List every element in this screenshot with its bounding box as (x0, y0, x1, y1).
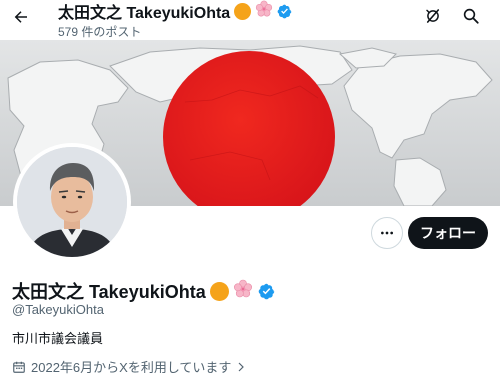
header-display-name: 太田文之 TakeyukiOhta (58, 5, 231, 22)
profile-name-row: 太田文之 TakeyukiOhta (12, 278, 275, 304)
calendar-icon (12, 360, 26, 374)
arrow-left-icon (14, 11, 27, 23)
grok-icon (426, 9, 440, 23)
profile-header: 太田文之 TakeyukiOhta 579 件のポスト (0, 0, 500, 40)
more-options-button[interactable] (371, 217, 403, 249)
verified-badge-icon[interactable] (258, 283, 275, 300)
profile-bio: 市川市議会議員 (12, 331, 104, 346)
back-button[interactable] (6, 3, 36, 31)
more-horizontal-icon (381, 231, 393, 235)
orange-circle-emoji (209, 281, 229, 301)
header-name-row: 太田文之 TakeyukiOhta (58, 0, 292, 23)
cherry-blossom-emoji (233, 279, 253, 304)
avatar-photo (17, 147, 127, 257)
profile-handle: @TakeyukiOhta (12, 302, 104, 317)
follow-button[interactable]: フォロー (408, 217, 488, 249)
grok-button[interactable] (422, 5, 444, 27)
joined-date-text: 2022年6月からXを利用しています (31, 360, 232, 375)
avatar[interactable] (13, 143, 131, 261)
orange-circle-emoji (234, 2, 252, 20)
verified-badge-icon (277, 4, 292, 19)
joined-date-link[interactable]: 2022年6月からXを利用しています (12, 357, 247, 376)
search-icon (463, 8, 479, 24)
header-actions (422, 5, 482, 27)
chevron-right-icon (235, 361, 247, 373)
header-title-block: 太田文之 TakeyukiOhta 579 件のポスト (58, 0, 292, 40)
profile-display-name: 太田文之 TakeyukiOhta (12, 282, 206, 302)
cherry-blossom-emoji (255, 0, 273, 23)
search-button[interactable] (460, 5, 482, 27)
post-count: 579 件のポスト (58, 25, 142, 39)
